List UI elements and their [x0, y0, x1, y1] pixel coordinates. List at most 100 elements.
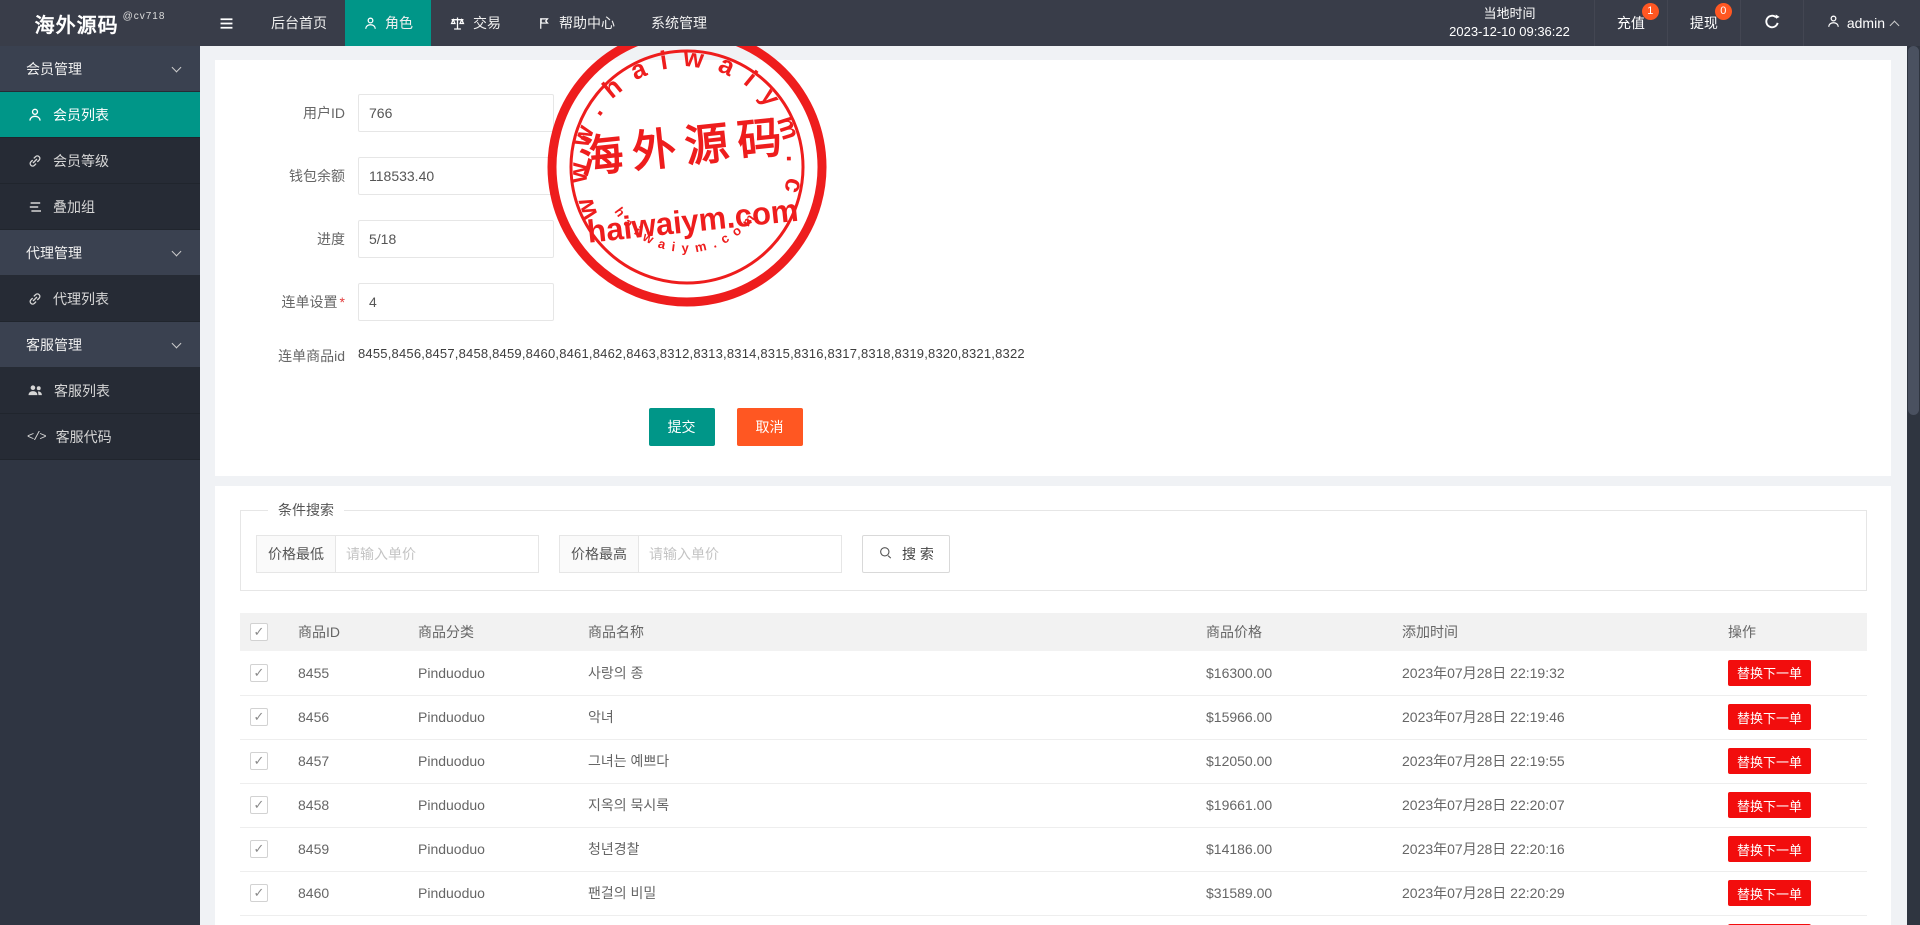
sidebar: 会员管理 会员列表 会员等级 叠加组 代理管理 — [0, 46, 200, 925]
scales-icon — [449, 15, 466, 32]
cell-price: $19546.00 — [1196, 915, 1392, 925]
admin-menu[interactable]: admin — [1803, 0, 1920, 46]
refresh-button[interactable] — [1740, 0, 1803, 46]
nav-roles[interactable]: 角色 — [345, 0, 431, 46]
sidebar-item-label: 客服列表 — [54, 381, 110, 401]
cell-name: 청년경찰 — [578, 827, 1196, 871]
required-mark: * — [340, 294, 345, 310]
recharge-label: 充值 — [1617, 13, 1645, 33]
replace-next-order-button[interactable]: 替换下一单 — [1728, 704, 1811, 730]
min-price-input[interactable] — [335, 535, 539, 573]
replace-next-order-button[interactable]: 替换下一单 — [1728, 836, 1811, 862]
table-row: 8456 Pinduoduo 악녀 $15966.00 2023年07月28日 … — [240, 695, 1867, 739]
row-checkbox[interactable] — [250, 840, 268, 858]
submit-button[interactable]: 提交 — [649, 408, 715, 446]
select-all-checkbox[interactable] — [250, 623, 268, 641]
cell-category: Pinduoduo — [408, 827, 578, 871]
local-time: 当地时间 2023-12-10 09:36:22 — [1425, 0, 1594, 46]
cell-price: $19661.00 — [1196, 783, 1392, 827]
table-header-row: 商品ID 商品分类 商品名称 商品价格 添加时间 操作 — [240, 613, 1867, 651]
users-icon — [27, 382, 44, 399]
table-row: 8459 Pinduoduo 청년경찰 $14186.00 2023年07月28… — [240, 827, 1867, 871]
replace-next-order-button[interactable]: 替换下一单 — [1728, 880, 1811, 906]
max-price-input[interactable] — [638, 535, 842, 573]
withdraw-badge: 0 — [1715, 3, 1732, 20]
nav-dashboard-label: 后台首页 — [271, 13, 327, 33]
cell-category: Pinduoduo — [408, 695, 578, 739]
condition-search-fieldset: 条件搜索 价格最低 价格最高 搜 索 — [240, 500, 1867, 591]
row-checkbox[interactable] — [250, 708, 268, 726]
sidebar-group-support-mgmt[interactable]: 客服管理 — [0, 322, 200, 368]
condition-search-legend: 条件搜索 — [268, 500, 344, 520]
chain-setting-label: 连单设置* — [240, 292, 358, 312]
sidebar-group-member-mgmt[interactable]: 会员管理 — [0, 46, 200, 92]
row-checkbox[interactable] — [250, 796, 268, 814]
nav-help-center[interactable]: 帮助中心 — [519, 0, 633, 46]
cell-category: Pinduoduo — [408, 739, 578, 783]
cell-time: 2023年07月28日 22:19:32 — [1392, 651, 1718, 695]
sidebar-item-support-code[interactable]: </> 客服代码 — [0, 414, 200, 460]
content-area: 用户ID 钱包余额 进度 连单设置* 连单商品id 8455,8456,8457… — [200, 46, 1920, 925]
sidebar-item-stack-group[interactable]: 叠加组 — [0, 184, 200, 230]
sidebar-group-label: 代理管理 — [26, 243, 82, 263]
scrollbar-thumb[interactable] — [1908, 46, 1919, 415]
local-time-value: 2023-12-10 09:36:22 — [1449, 23, 1570, 41]
chevron-down-icon — [172, 62, 182, 72]
cell-category: Pinduoduo — [408, 915, 578, 925]
app-logo-badge: @cv718 — [123, 11, 166, 22]
cancel-button[interactable]: 取消 — [737, 408, 803, 446]
person-icon — [363, 16, 378, 31]
code-icon: </> — [27, 430, 46, 444]
topbar-right: 当地时间 2023-12-10 09:36:22 充值 1 提现 0 admin — [1425, 0, 1920, 46]
replace-next-order-button[interactable]: 替换下一单 — [1728, 748, 1811, 774]
sidebar-group-agent-mgmt[interactable]: 代理管理 — [0, 230, 200, 276]
nav-trade[interactable]: 交易 — [431, 0, 519, 46]
cell-time: 2023年07月28日 22:20:29 — [1392, 871, 1718, 915]
chain-product-ids-label: 连单商品id — [240, 346, 358, 366]
sidebar-item-label: 代理列表 — [53, 289, 109, 309]
cell-product-id: 8459 — [288, 827, 408, 871]
nav-dashboard[interactable]: 后台首页 — [253, 0, 345, 46]
withdraw-button[interactable]: 提现 0 — [1667, 0, 1740, 46]
sidebar-group-label: 客服管理 — [26, 335, 82, 355]
flag-icon — [537, 16, 552, 31]
sidebar-item-support-list[interactable]: 客服列表 — [0, 368, 200, 414]
cell-name: 사랑의 종 — [578, 651, 1196, 695]
link-icon — [27, 291, 43, 307]
cell-product-id: 8461 — [288, 915, 408, 925]
max-price-label: 价格最高 — [559, 535, 638, 573]
vertical-scrollbar[interactable] — [1907, 46, 1920, 925]
row-checkbox[interactable] — [250, 752, 268, 770]
sidebar-item-agent-list[interactable]: 代理列表 — [0, 276, 200, 322]
cell-time: 2023年07月28日 22:19:46 — [1392, 695, 1718, 739]
refresh-icon — [1763, 13, 1781, 34]
sidebar-item-label: 会员列表 — [53, 105, 109, 125]
cell-price: $31589.00 — [1196, 871, 1392, 915]
recharge-button[interactable]: 充值 1 — [1594, 0, 1667, 46]
replace-next-order-button[interactable]: 替换下一单 — [1728, 660, 1811, 686]
replace-next-order-button[interactable]: 替换下一单 — [1728, 792, 1811, 818]
menu-collapse-button[interactable] — [200, 0, 253, 46]
sidebar-item-member-level[interactable]: 会员等级 — [0, 138, 200, 184]
user-id-field[interactable] — [358, 94, 554, 132]
cell-product-id: 8460 — [288, 871, 408, 915]
progress-label: 进度 — [240, 229, 358, 249]
recharge-badge: 1 — [1642, 3, 1659, 20]
cell-category: Pinduoduo — [408, 651, 578, 695]
row-checkbox[interactable] — [250, 664, 268, 682]
sidebar-item-member-list[interactable]: 会员列表 — [0, 92, 200, 138]
user-id-label: 用户ID — [240, 103, 358, 123]
wallet-balance-field[interactable] — [358, 157, 554, 195]
list-icon — [27, 199, 43, 215]
header-price: 商品价格 — [1196, 613, 1392, 651]
cell-name: 그녀는 예쁘다 — [578, 739, 1196, 783]
cell-product-id: 8456 — [288, 695, 408, 739]
progress-field[interactable] — [358, 220, 554, 258]
nav-system[interactable]: 系统管理 — [633, 0, 725, 46]
row-checkbox[interactable] — [250, 884, 268, 902]
chain-setting-field[interactable] — [358, 283, 554, 321]
cell-name: 가상 도시 — [578, 915, 1196, 925]
table-row: 8455 Pinduoduo 사랑의 종 $16300.00 2023年07月2… — [240, 651, 1867, 695]
chain-product-ids-value: 8455,8456,8457,8458,8459,8460,8461,8462,… — [358, 346, 1025, 361]
search-button[interactable]: 搜 索 — [862, 535, 950, 573]
